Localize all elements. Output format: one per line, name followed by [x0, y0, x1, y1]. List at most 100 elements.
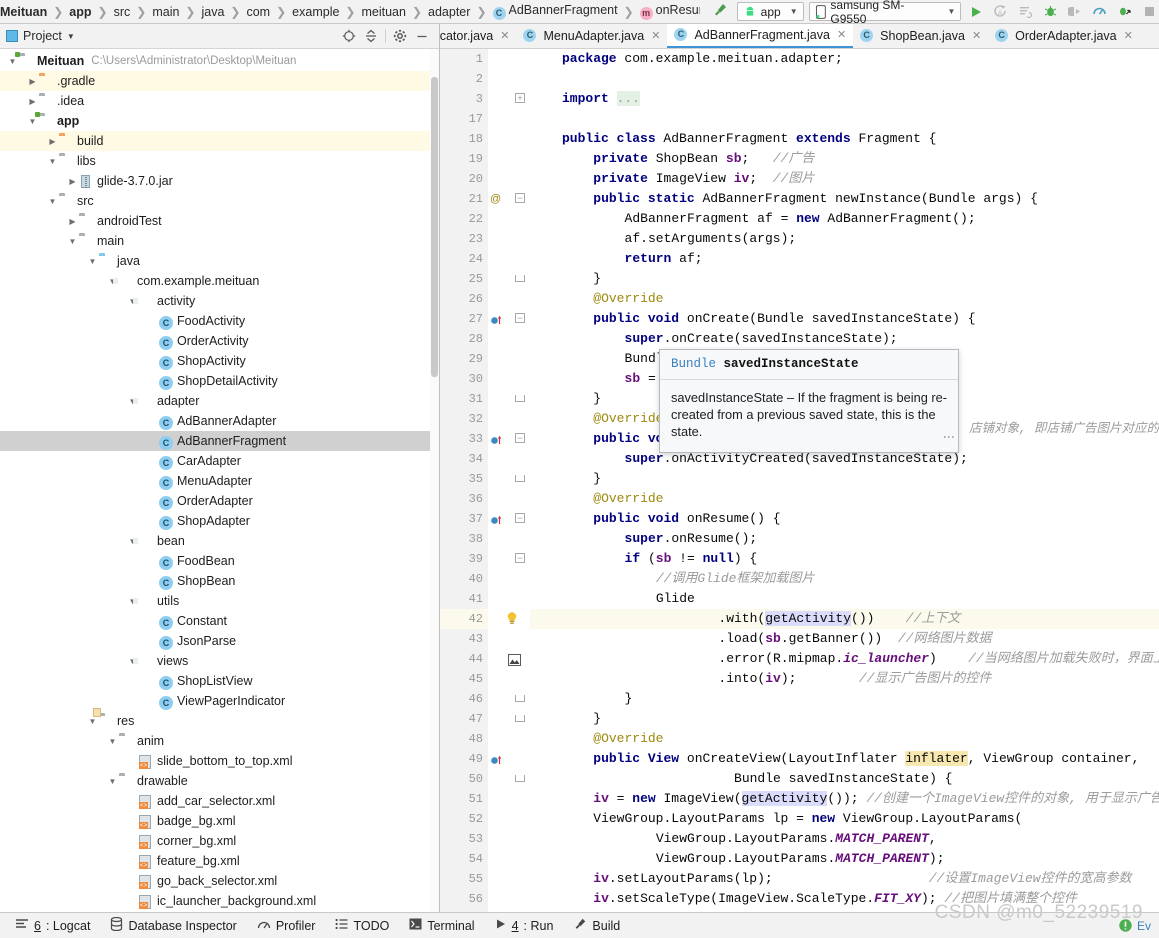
- collapse-all-icon[interactable]: [360, 26, 382, 46]
- tree-node-badge-bg-xml[interactable]: badge_bg.xml: [0, 811, 439, 831]
- gutter-marker-row[interactable]: [488, 449, 530, 469]
- tree-node-main[interactable]: ▼ main: [0, 231, 439, 251]
- editor-tab-adbannerfragment-java[interactable]: C AdBannerFragment.java ✕: [667, 24, 854, 48]
- run-configuration-selector[interactable]: app ▼: [736, 2, 804, 21]
- fold-end-icon[interactable]: [515, 715, 525, 722]
- editor-tab-shopbean-java[interactable]: C ShopBean.java ✕: [853, 24, 988, 48]
- event-log-badge[interactable]: Ev: [1118, 918, 1151, 933]
- code-line[interactable]: .load(sb.getBanner()) //网络图片数据: [530, 629, 1159, 649]
- tree-node-drawable[interactable]: ▼ drawable: [0, 771, 439, 791]
- code-content[interactable]: package com.example.meituan.adapter; impo…: [530, 49, 1159, 912]
- rerun-icon[interactable]: A: [991, 2, 1011, 22]
- code-line[interactable]: @Override: [530, 289, 1159, 309]
- tree-node-com-example-meituan[interactable]: ▼com.example.meituan: [0, 271, 439, 291]
- gutter-marker-row[interactable]: [488, 409, 530, 429]
- tree-node-foodbean[interactable]: C FoodBean: [0, 551, 439, 571]
- chevron-down-icon[interactable]: ▼: [86, 257, 99, 266]
- tree-node-corner-bg-xml[interactable]: corner_bg.xml: [0, 831, 439, 851]
- tree-node-adbannerfragment[interactable]: C AdBannerFragment: [0, 431, 439, 451]
- editor-tab-orderadapter-java[interactable]: C OrderAdapter.java ✕: [988, 24, 1140, 48]
- tree-node-slide-bottom-to-top-xml[interactable]: slide_bottom_to_top.xml: [0, 751, 439, 771]
- gutter-marker-row[interactable]: @ −: [488, 189, 530, 209]
- fold-marker-gutter[interactable]: + @ − − − − −: [488, 49, 530, 912]
- code-line[interactable]: public void onCreate(Bundle savedInstanc…: [530, 309, 1159, 329]
- chevron-down-icon[interactable]: ▼: [6, 57, 19, 66]
- gutter-marker-row[interactable]: [488, 629, 530, 649]
- tree-node-shopactivity[interactable]: C ShopActivity: [0, 351, 439, 371]
- gutter-marker-row[interactable]: [488, 609, 530, 629]
- code-line[interactable]: iv.setLayoutParams(lp); //设置ImageView控件的…: [530, 869, 1159, 889]
- code-line[interactable]: public View onCreateView(LayoutInflater …: [530, 749, 1159, 769]
- project-tree[interactable]: ▼ Meituan C:\Users\Administrator\Desktop\M…: [0, 49, 439, 912]
- tree-node-glide-3-7-0-jar[interactable]: ▶ glide-3.7.0.jar: [0, 171, 439, 191]
- gutter-marker-row[interactable]: [488, 749, 530, 769]
- chevron-right-icon[interactable]: ▶: [26, 97, 39, 106]
- gutter-marker-row[interactable]: [488, 569, 530, 589]
- code-line[interactable]: Bundle savedInstanceState) {: [530, 769, 1159, 789]
- gutter-marker-row[interactable]: [488, 329, 530, 349]
- breadcrumb-item-main[interactable]: main: [150, 5, 181, 19]
- fold-expand-icon[interactable]: +: [515, 93, 525, 103]
- fold-collapse-icon[interactable]: −: [515, 513, 525, 523]
- breadcrumb-item-src[interactable]: src: [112, 5, 133, 19]
- tree-node-add-car-selector-xml[interactable]: add_car_selector.xml: [0, 791, 439, 811]
- debug-icon[interactable]: [1041, 2, 1061, 22]
- gutter-marker-row[interactable]: [488, 169, 530, 189]
- tree-node--idea[interactable]: ▶ .idea: [0, 91, 439, 111]
- status-bar-item-logcat[interactable]: 6: Logcat: [6, 918, 99, 933]
- chevron-down-icon[interactable]: ▼: [790, 7, 798, 16]
- build-hammer-icon[interactable]: [708, 2, 732, 21]
- fold-end-icon[interactable]: [515, 475, 525, 482]
- tree-node-feature-bg-xml[interactable]: feature_bg.xml: [0, 851, 439, 871]
- gutter-marker-row[interactable]: [488, 229, 530, 249]
- fold-end-icon[interactable]: [515, 695, 525, 702]
- breadcrumb-item-com[interactable]: com: [244, 5, 272, 19]
- gutter-marker-row[interactable]: [488, 589, 530, 609]
- gutter-marker-row[interactable]: [488, 769, 530, 789]
- code-line[interactable]: ViewGroup.LayoutParams.MATCH_PARENT);: [530, 849, 1159, 869]
- code-line[interactable]: @Override: [530, 729, 1159, 749]
- tree-node-shopadapter[interactable]: C ShopAdapter: [0, 511, 439, 531]
- gutter-marker-row[interactable]: [488, 349, 530, 369]
- tree-node-utils[interactable]: ▼utils: [0, 591, 439, 611]
- tree-node-caradapter[interactable]: C CarAdapter: [0, 451, 439, 471]
- code-line[interactable]: }: [530, 469, 1159, 489]
- code-line[interactable]: super.onResume();: [530, 529, 1159, 549]
- status-bar-item-database-inspector[interactable]: Database Inspector: [101, 916, 245, 934]
- chevron-down-icon[interactable]: ▼: [948, 7, 956, 16]
- profiler-icon[interactable]: [1090, 2, 1110, 22]
- gutter-marker-row[interactable]: [488, 809, 530, 829]
- gutter-marker-row[interactable]: [488, 69, 530, 89]
- tree-node-bean[interactable]: ▼bean: [0, 531, 439, 551]
- gutter-marker-row[interactable]: [488, 469, 530, 489]
- fold-end-icon[interactable]: [515, 275, 525, 282]
- code-line[interactable]: .error(R.mipmap.ic_launcher) //当网络图片加载失败…: [530, 649, 1159, 669]
- chevron-right-icon[interactable]: ▶: [26, 77, 39, 86]
- code-line[interactable]: iv = new ImageView(getActivity()); //创建一…: [530, 789, 1159, 809]
- tree-node-jsonparse[interactable]: C JsonParse: [0, 631, 439, 651]
- breadcrumb-item-class[interactable]: C AdBannerFragment: [491, 3, 620, 20]
- code-editor[interactable]: 1 2 3 17 18 19 20 21 22 23 24 25 26 27 28 29 30 31 32 33 34 3…: [440, 49, 1159, 912]
- device-selector[interactable]: samsung SM-G9550 ▼: [808, 0, 962, 23]
- breadcrumb-item-adapter[interactable]: adapter: [426, 5, 472, 19]
- code-line[interactable]: Glide: [530, 589, 1159, 609]
- gutter-marker-row[interactable]: [488, 389, 530, 409]
- gutter-marker-row[interactable]: [488, 289, 530, 309]
- fold-collapse-icon[interactable]: −: [515, 193, 525, 203]
- code-line[interactable]: import ...: [530, 89, 1159, 109]
- gutter-marker-row[interactable]: [488, 49, 530, 69]
- breadcrumb-item-meituan[interactable]: meituan: [359, 5, 407, 19]
- tree-node-activity[interactable]: ▼activity: [0, 291, 439, 311]
- stop-icon[interactable]: [1139, 2, 1159, 22]
- code-line[interactable]: AdBannerFragment af = new AdBannerFragme…: [530, 209, 1159, 229]
- tree-node-androidtest[interactable]: ▶ androidTest: [0, 211, 439, 231]
- close-icon[interactable]: ✕: [837, 28, 846, 41]
- chevron-down-icon[interactable]: ▼: [86, 717, 99, 726]
- tree-node-shoplistview[interactable]: C ShopListView: [0, 671, 439, 691]
- code-line[interactable]: if (sb != null) {: [530, 549, 1159, 569]
- gutter-marker-row[interactable]: [488, 489, 530, 509]
- tree-node-shopbean[interactable]: C ShopBean: [0, 571, 439, 591]
- gutter-marker-row[interactable]: [488, 649, 530, 669]
- tree-node-constant[interactable]: C Constant: [0, 611, 439, 631]
- code-line[interactable]: af.setArguments(args);: [530, 229, 1159, 249]
